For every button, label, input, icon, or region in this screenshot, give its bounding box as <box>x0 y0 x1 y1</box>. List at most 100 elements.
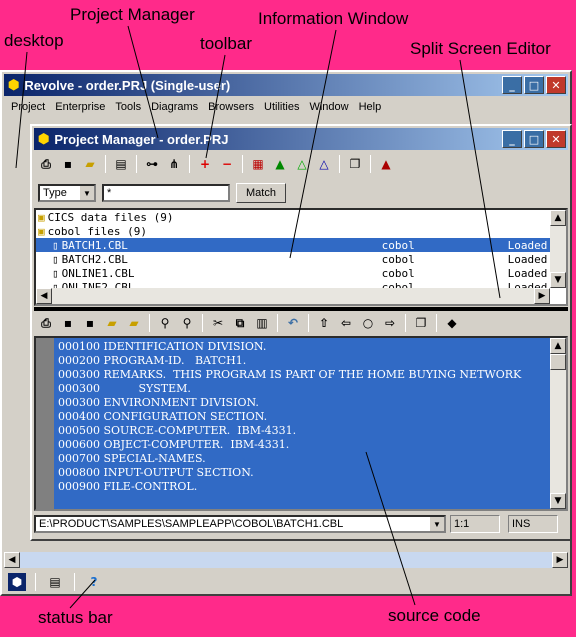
list-icon[interactable]: ▤ <box>45 572 65 592</box>
tree-row-cobol[interactable]: ▣ cobol files (9) <box>36 224 566 238</box>
window-icon[interactable]: ❐ <box>411 313 431 333</box>
menu-diagrams[interactable]: Diagrams <box>146 101 203 113</box>
window-icon[interactable]: ❐ <box>345 154 365 174</box>
folder-icon: ▣ <box>38 224 45 238</box>
scroll-up-icon[interactable]: ▲ <box>550 338 566 354</box>
copy-icon[interactable]: ⧉ <box>230 313 250 333</box>
open-folder-icon[interactable]: ▰ <box>80 154 100 174</box>
cut-icon[interactable]: ✂ <box>208 313 228 333</box>
menu-project[interactable]: Project <box>6 101 50 113</box>
pm-close-button[interactable]: ✕ <box>546 130 566 148</box>
file-name: BATCH2.CBL <box>61 252 128 266</box>
code-line: 000600 OBJECT-COMPUTER. IBM-4331. <box>58 438 290 451</box>
triangle-blue-icon[interactable]: △ <box>314 154 334 174</box>
pm-title: Project Manager - order.PRJ <box>54 131 229 147</box>
type-select[interactable]: Type ▼ <box>38 184 96 202</box>
help-icon[interactable]: ? <box>84 572 104 592</box>
file-type: cobol <box>381 266 415 280</box>
hierarchy-icon[interactable]: ⋔ <box>164 154 184 174</box>
maximize-button[interactable]: □ <box>524 76 544 94</box>
code-line: 000300 SYSTEM. <box>58 382 191 395</box>
link-icon[interactable]: ⊶ <box>142 154 162 174</box>
tree-label: cobol files (9) <box>47 224 147 238</box>
main-window: ⬢ Revolve - order.PRJ (Single-user) _ □ … <box>0 70 572 596</box>
scroll-up-icon[interactable]: ▲ <box>550 210 566 226</box>
chart-icon[interactable]: ▲ <box>270 154 290 174</box>
revolve-icon[interactable]: ▲ <box>376 154 396 174</box>
scroll-right-icon[interactable]: ▶ <box>552 552 568 568</box>
paste-icon[interactable]: ▥ <box>252 313 272 333</box>
save-all-icon[interactable]: ▪ <box>58 313 78 333</box>
project-manager-window: ⬢ Project Manager - order.PRJ _ □ ✕ ⎙ ▪ … <box>30 124 572 541</box>
scroll-thumb[interactable] <box>550 354 566 370</box>
open-folder-icon[interactable]: ▰ <box>124 313 144 333</box>
pattern-input[interactable]: * <box>102 184 230 202</box>
scroll-left-icon[interactable]: ◀ <box>4 552 20 568</box>
flag-icon[interactable]: ▦ <box>248 154 268 174</box>
callout-information-window: Information Window <box>258 9 409 28</box>
info-vertical-scrollbar[interactable]: ▲ ▼ <box>550 210 566 288</box>
go-up-icon[interactable]: ⇧ <box>314 313 334 333</box>
file-row[interactable]: ▯ BATCH2.CBL cobol Loaded <box>36 252 566 266</box>
pm-title-bar: ⬢ Project Manager - order.PRJ _ □ ✕ <box>34 128 568 150</box>
file-path-select[interactable]: E:\PRODUCT\SAMPLES\SAMPLEAPP\COBOL\BATCH… <box>34 515 446 533</box>
add-icon[interactable]: + <box>195 154 215 174</box>
file-row[interactable]: ▯ BATCH1.CBL cobol Loaded <box>36 238 566 252</box>
callout-source-code: source code <box>388 606 481 625</box>
print-icon[interactable]: ⎙ <box>36 313 56 333</box>
go-forward-icon[interactable]: ⇨ <box>380 313 400 333</box>
properties-icon[interactable]: ▤ <box>111 154 131 174</box>
source-code[interactable]: 000100 IDENTIFICATION DIVISION. 000200 P… <box>54 338 550 509</box>
remove-icon[interactable]: − <box>217 154 237 174</box>
menu-help[interactable]: Help <box>354 101 387 113</box>
file-name: BATCH1.CBL <box>61 238 128 252</box>
menu-utilities[interactable]: Utilities <box>259 101 304 113</box>
match-button[interactable]: Match <box>236 183 286 203</box>
triangle-green-icon[interactable]: △ <box>292 154 312 174</box>
go-back-icon[interactable]: ⇦ <box>336 313 356 333</box>
scroll-down-icon[interactable]: ▼ <box>550 493 566 509</box>
editor-vertical-scrollbar[interactable]: ▲ ▼ <box>550 338 566 509</box>
find-icon[interactable]: ⚲ <box>155 313 175 333</box>
menu-bar: Project Enterprise Tools Diagrams Browse… <box>6 101 386 113</box>
code-line: 000400 CONFIGURATION SECTION. <box>58 410 268 423</box>
menu-window[interactable]: Window <box>304 101 353 113</box>
menu-enterprise[interactable]: Enterprise <box>50 101 110 113</box>
file-icon: ▯ <box>52 238 59 252</box>
new-file-icon[interactable]: ▰ <box>102 313 122 333</box>
pm-maximize-button[interactable]: □ <box>524 130 544 148</box>
revolve-logo-icon[interactable]: ⬢ <box>8 573 26 591</box>
pm-minimize-button[interactable]: _ <box>502 130 522 148</box>
menu-browsers[interactable]: Browsers <box>203 101 259 113</box>
print-icon[interactable]: ⎙ <box>36 154 56 174</box>
callout-status-bar: status bar <box>38 608 113 627</box>
file-status: Loaded <box>507 252 548 266</box>
revolve-icon[interactable]: ◆ <box>442 313 462 333</box>
file-status: Loaded <box>507 266 548 280</box>
menu-tools[interactable]: Tools <box>110 101 146 113</box>
file-type: cobol <box>381 252 415 266</box>
code-line: 000300 REMARKS. THIS PROGRAM IS PART OF … <box>58 368 522 381</box>
main-horizontal-scrollbar[interactable]: ◀ ▶ <box>4 552 568 568</box>
minimize-button[interactable]: _ <box>502 76 522 94</box>
pm-toolbar: ⎙ ▪ ▰ ▤ ⊶ ⋔ + − ▦ ▲ △ △ ❐ ▲ <box>36 154 396 174</box>
save-icon[interactable]: ▪ <box>58 154 78 174</box>
code-line: 000100 IDENTIFICATION DIVISION. <box>58 340 267 353</box>
save-icon[interactable]: ▪ <box>80 313 100 333</box>
app-icon: ⬢ <box>8 77 20 92</box>
split-divider[interactable] <box>34 307 568 311</box>
scroll-right-icon[interactable]: ▶ <box>534 288 550 304</box>
file-row[interactable]: ▯ ONLINE1.CBL cobol Loaded <box>36 266 566 280</box>
chevron-down-icon[interactable]: ▼ <box>430 517 444 531</box>
scroll-left-icon[interactable]: ◀ <box>36 288 52 304</box>
chevron-down-icon[interactable]: ▼ <box>80 186 94 200</box>
find-next-icon[interactable]: ⚲ <box>177 313 197 333</box>
info-horizontal-scrollbar[interactable]: ◀ ▶ <box>36 288 550 304</box>
main-title-bar: ⬢ Revolve - order.PRJ (Single-user) _ □ … <box>4 74 568 96</box>
scroll-down-icon[interactable]: ▼ <box>550 272 566 288</box>
file-name: ONLINE1.CBL <box>61 266 135 280</box>
stop-icon[interactable]: ○ <box>358 313 378 333</box>
tree-row-cics[interactable]: ▣ CICS data files (9) <box>36 210 566 224</box>
close-button[interactable]: ✕ <box>546 76 566 94</box>
undo-icon[interactable]: ↶ <box>283 313 303 333</box>
